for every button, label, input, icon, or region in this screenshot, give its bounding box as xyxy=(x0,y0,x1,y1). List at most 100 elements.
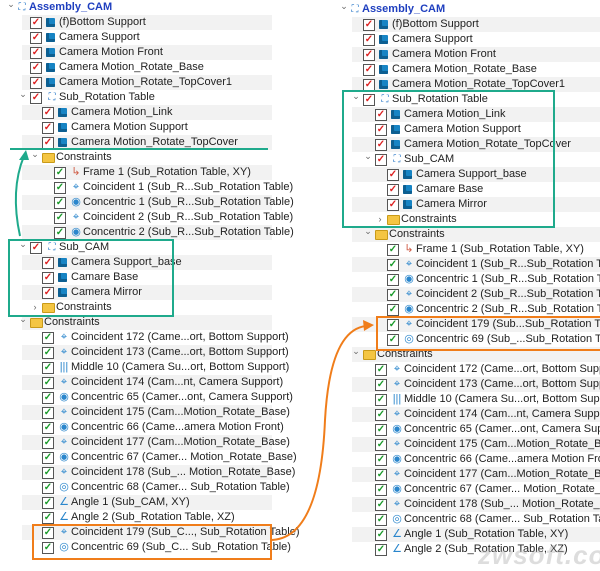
chevron-down-icon[interactable]: ⌄ xyxy=(18,237,28,252)
part-row[interactable]: ✓ Camera Motion Support xyxy=(330,122,600,137)
visibility-checkbox[interactable]: ✓ xyxy=(54,227,66,239)
visibility-checkbox[interactable]: ✓ xyxy=(54,182,66,194)
chevron-down-icon[interactable]: ⌄ xyxy=(18,312,28,327)
visibility-checkbox[interactable]: ✓ xyxy=(54,212,66,224)
visibility-checkbox[interactable]: ✓ xyxy=(30,62,42,74)
visibility-checkbox[interactable]: ✓ xyxy=(42,332,54,344)
constraint-row[interactable]: ✓ ◉Concentric 2 (Sub_R...Sub_Rotation Tab… xyxy=(0,225,294,240)
visibility-checkbox[interactable]: ✓ xyxy=(42,287,54,299)
constraint-row[interactable]: ✓ ↳ Frame 1 (Sub_Rotation Table, XY) xyxy=(0,165,272,180)
constraint-row[interactable]: ✓ ⌖ Coincident 174 (Cam...nt, Camera Suppo… xyxy=(330,407,600,422)
visibility-checkbox[interactable]: ✓ xyxy=(30,17,42,29)
part-row[interactable]: ✓ Camera Motion Front xyxy=(0,45,272,60)
visibility-checkbox[interactable]: ✓ xyxy=(387,184,399,196)
folder-row[interactable]: ⌄ Constraints xyxy=(330,224,600,242)
part-row[interactable]: ✓ Camare Base xyxy=(0,270,272,285)
part-row[interactable]: ✓ (f)Bottom Support xyxy=(0,15,272,30)
constraint-row[interactable]: ✓ ◉ Concentric 66 (Came...amera Motion Fro… xyxy=(330,452,600,467)
visibility-checkbox[interactable]: ✓ xyxy=(42,122,54,134)
part-row[interactable]: ✓ Camera Motion_Link xyxy=(330,107,600,122)
constraint-row[interactable]: ✓ ◉ Concentric 67 (Camer... Motion_Rotate_… xyxy=(0,450,297,465)
constraint-row[interactable]: ✓ ⌖ Coincident 174 (Cam...nt, Camera Suppo… xyxy=(0,375,283,390)
constraint-row[interactable]: ✓ ⌖ Coincident 172 (Came...ort, Bottom Sup… xyxy=(330,362,600,377)
part-row[interactable]: ✓ Camera Motion_Rotate_Base xyxy=(0,60,272,75)
visibility-checkbox[interactable]: ✓ xyxy=(42,257,54,269)
visibility-checkbox[interactable]: ✓ xyxy=(375,394,387,406)
visibility-checkbox[interactable]: ✓ xyxy=(363,34,375,46)
visibility-checkbox[interactable]: ✓ xyxy=(42,107,54,119)
part-row[interactable]: ✓ Camera Support_base xyxy=(0,255,272,270)
constraint-row[interactable]: ✓ ◉Concentric 2 (Sub_R...Sub_Rotation Tab… xyxy=(330,302,600,317)
visibility-checkbox[interactable]: ✓ xyxy=(42,467,54,479)
constraint-row[interactable]: ✓ ∠ Angle 1 (Sub_CAM, XY) xyxy=(0,495,272,510)
constraint-row[interactable]: ✓ ⌖ Coincident 178 (Sub_... Motion_Rotate_… xyxy=(330,497,600,512)
visibility-checkbox[interactable]: ✓ xyxy=(387,334,399,346)
chevron-down-icon[interactable]: ⌄ xyxy=(351,89,361,104)
visibility-checkbox[interactable]: ✓ xyxy=(375,379,387,391)
visibility-checkbox[interactable]: ✓ xyxy=(30,32,42,44)
constraint-row[interactable]: ✓ ◎ Concentric 68 (Camer... Sub_Rotation T… xyxy=(0,480,290,495)
visibility-checkbox[interactable]: ✓ xyxy=(375,454,387,466)
visibility-checkbox[interactable]: ✓ xyxy=(375,514,387,526)
constraint-row[interactable]: ✓ ◉Concentric 65 (Camer...ont, Camera Sup… xyxy=(0,390,293,405)
visibility-checkbox[interactable]: ✓ xyxy=(42,392,54,404)
visibility-checkbox[interactable]: ✓ xyxy=(375,424,387,436)
visibility-checkbox[interactable]: ✓ xyxy=(387,289,399,301)
constraint-row[interactable]: ✓ ⌖Coincident 177 (Cam...Motion_Rotate_Ba… xyxy=(0,435,290,450)
chevron-down-icon[interactable]: ⌄ xyxy=(363,149,373,164)
part-row[interactable]: ✓ (f)Bottom Support xyxy=(330,17,600,32)
constraint-row[interactable]: ✓ ⌖Coincident 177 (Cam...Motion_Rotate_Ba… xyxy=(330,467,600,482)
visibility-checkbox[interactable]: ✓ xyxy=(30,242,42,254)
constraint-row[interactable]: ✓ ⌖Coincident 175 (Cam...Motion_Rotate_Ba… xyxy=(330,437,600,452)
constraint-row[interactable]: ✓ ◉Concentric 65 (Camer...ont, Camera Sup… xyxy=(330,422,600,437)
part-row[interactable]: ✓ Camera Motion_Rotate_Base xyxy=(330,62,600,77)
visibility-checkbox[interactable]: ✓ xyxy=(387,259,399,271)
chevron-down-icon[interactable]: ⌄ xyxy=(30,147,40,162)
constraint-row[interactable]: ✓ ◎ Concentric 68 (Camer... Sub_Rotation T… xyxy=(330,512,600,527)
constraint-row[interactable]: ✓ ⌖Coincident 179 (Sub...Sub_Rotation Tab… xyxy=(330,317,600,332)
visibility-checkbox[interactable]: ✓ xyxy=(363,79,375,91)
visibility-checkbox[interactable]: ✓ xyxy=(42,512,54,524)
assembly-row[interactable]: ⌄ ✓ ⛶ Sub_CAM xyxy=(330,149,600,167)
visibility-checkbox[interactable]: ✓ xyxy=(42,377,54,389)
visibility-checkbox[interactable]: ✓ xyxy=(375,364,387,376)
visibility-checkbox[interactable]: ✓ xyxy=(42,347,54,359)
chevron-right-icon[interactable]: › xyxy=(30,300,40,315)
part-row[interactable]: ✓ Camera Motion Front xyxy=(330,47,600,62)
constraint-row[interactable]: ✓ ↳ Frame 1 (Sub_Rotation Table, XY) xyxy=(330,242,600,257)
constraint-row[interactable]: ✓ ⌖ Coincident 178 (Sub_... Motion_Rotate_… xyxy=(0,465,295,480)
visibility-checkbox[interactable]: ✓ xyxy=(375,499,387,511)
folder-row[interactable]: ⌄ Constraints xyxy=(0,147,272,165)
visibility-checkbox[interactable]: ✓ xyxy=(387,244,399,256)
constraint-row[interactable]: ✓ ⌖Coincident 1 (Sub_R...Sub_Rotation Tab… xyxy=(330,257,600,272)
visibility-checkbox[interactable]: ✓ xyxy=(30,47,42,59)
part-row[interactable]: ✓ Camera Motion Support xyxy=(0,120,272,135)
visibility-checkbox[interactable]: ✓ xyxy=(375,544,387,556)
constraint-row[interactable]: ✓ ◉Concentric 1 (Sub_R...Sub_Rotation Tab… xyxy=(0,195,294,210)
part-row[interactable]: ✓ Camera Support_base xyxy=(330,167,600,182)
visibility-checkbox[interactable]: ✓ xyxy=(30,92,42,104)
folder-row[interactable]: ⌄ Constraints xyxy=(0,312,272,330)
visibility-checkbox[interactable]: ✓ xyxy=(375,469,387,481)
constraint-row[interactable]: ✓ ⌖Coincident 2 (Sub_R...Sub_Rotation Tab… xyxy=(0,210,293,225)
constraint-row[interactable]: ✓ ◉Concentric 1 (Sub_R...Sub_Rotation Tab… xyxy=(330,272,600,287)
chevron-down-icon[interactable]: ⌄ xyxy=(363,224,373,239)
chevron-down-icon[interactable]: ⌄ xyxy=(6,0,16,12)
folder-row[interactable]: › Constraints xyxy=(0,300,272,315)
constraint-row[interactable]: ✓ ∠ Angle 2 (Sub_Rotation Table, XZ) xyxy=(0,510,272,525)
visibility-checkbox[interactable]: ✓ xyxy=(42,527,54,539)
visibility-checkbox[interactable]: ✓ xyxy=(54,167,66,179)
visibility-checkbox[interactable]: ✓ xyxy=(42,137,54,149)
part-row[interactable]: ✓ Camera Mirror xyxy=(0,285,272,300)
visibility-checkbox[interactable]: ✓ xyxy=(363,64,375,76)
folder-row[interactable]: ⌄ Constraints xyxy=(330,346,600,362)
visibility-checkbox[interactable]: ✓ xyxy=(363,49,375,61)
constraint-row[interactable]: ✓ ◉ Concentric 66 (Came...amera Motion Fro… xyxy=(0,420,284,435)
visibility-checkbox[interactable]: ✓ xyxy=(375,154,387,166)
part-row[interactable]: ✓ Camare Base xyxy=(330,182,600,197)
constraint-row[interactable]: ✓ ◎ Concentric 69 (Sub_C... Sub_Rotation T… xyxy=(0,540,291,555)
visibility-checkbox[interactable]: ✓ xyxy=(387,274,399,286)
visibility-checkbox[interactable]: ✓ xyxy=(375,484,387,496)
part-row[interactable]: ✓ Camera Support xyxy=(0,30,272,45)
part-row[interactable]: ✓ Camera Motion_Link xyxy=(0,105,272,120)
